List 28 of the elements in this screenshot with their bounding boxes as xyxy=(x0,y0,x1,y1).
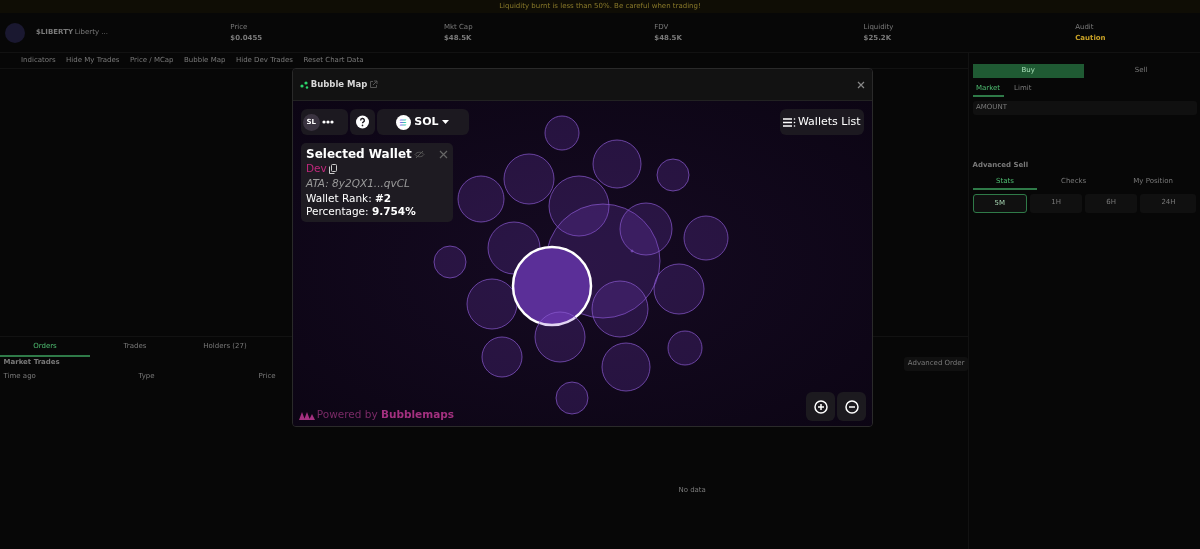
close-button[interactable] xyxy=(857,80,865,89)
dots-icon xyxy=(300,80,309,89)
wallet-rank: Wallet Rank: #2 xyxy=(306,191,393,205)
currency-dropdown[interactable]: SOL xyxy=(376,109,469,135)
zoom-in-icon xyxy=(813,399,828,414)
close-icon xyxy=(439,150,448,159)
wallets-list-button[interactable]: Wallets List xyxy=(779,109,864,135)
list-icon xyxy=(783,117,797,127)
copy-icon[interactable] xyxy=(328,163,337,174)
token-avatar-icon xyxy=(3,21,26,44)
wallet-tag: Dev xyxy=(306,162,327,176)
powered-by-text: Powered by Bubblemaps xyxy=(316,407,454,423)
caret-icon xyxy=(442,120,450,124)
wallet-address: ATA: 8y2QX1...qvCL xyxy=(306,176,411,190)
zoom-out-icon xyxy=(844,399,859,414)
more-icon xyxy=(321,120,334,124)
help-button[interactable] xyxy=(349,109,375,135)
solana-icon xyxy=(395,114,411,130)
zoom-out-button[interactable] xyxy=(837,392,866,421)
external-link-icon[interactable] xyxy=(369,80,379,89)
zoom-in-button[interactable] xyxy=(806,392,836,421)
help-icon xyxy=(355,115,369,129)
close-card-button[interactable] xyxy=(439,150,448,159)
close-icon xyxy=(857,80,865,89)
card-title: Selected Wallet xyxy=(306,147,412,162)
modal-title: Bubble Map xyxy=(310,78,368,91)
bubblemaps-logo-icon xyxy=(299,410,315,420)
wallet-percentage: Percentage: 9.754% xyxy=(306,204,417,218)
